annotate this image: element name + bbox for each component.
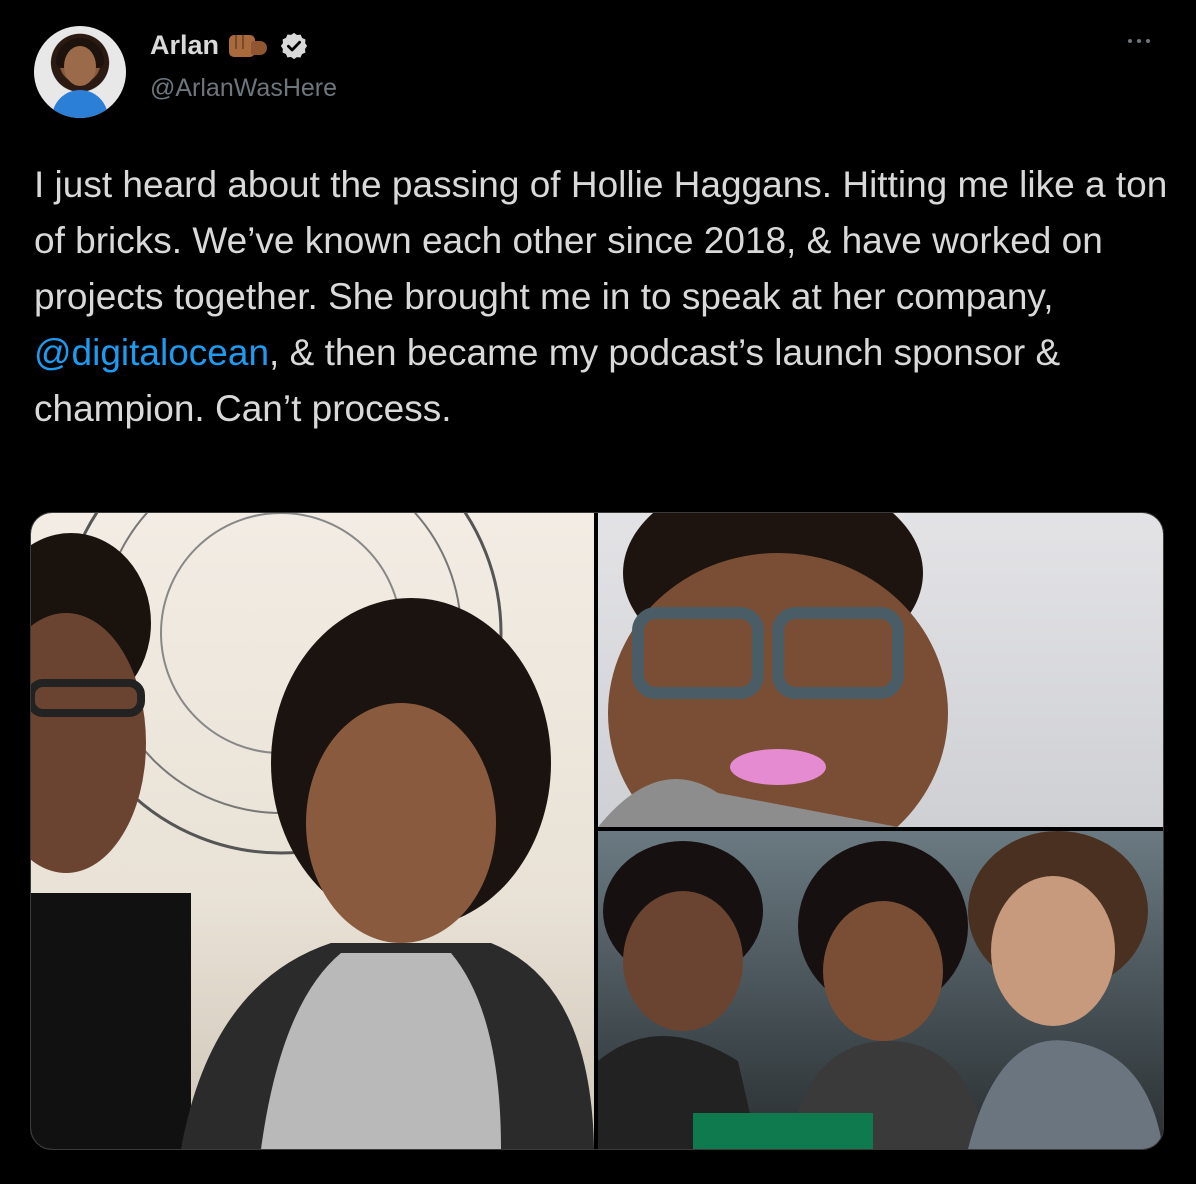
verified-icon bbox=[280, 32, 308, 59]
fist-bump-icon bbox=[229, 33, 269, 59]
display-name[interactable]: Arlan bbox=[150, 30, 219, 61]
avatar[interactable] bbox=[34, 26, 126, 118]
author-handle[interactable]: @ArlanWasHere bbox=[150, 74, 337, 103]
author-name-row: Arlan bbox=[150, 30, 309, 61]
tweet-text: I just heard about the passing of Hollie… bbox=[34, 157, 1174, 437]
media-grid bbox=[30, 512, 1164, 1150]
photo-2[interactable] bbox=[598, 513, 1163, 827]
more-icon[interactable] bbox=[1128, 34, 1162, 48]
tweet-text-part-1: I just heard about the passing of Hollie… bbox=[34, 164, 1168, 317]
photo-3[interactable] bbox=[598, 831, 1163, 1149]
photo-1[interactable] bbox=[31, 513, 594, 1149]
mention-link[interactable]: @digitalocean bbox=[34, 332, 269, 373]
